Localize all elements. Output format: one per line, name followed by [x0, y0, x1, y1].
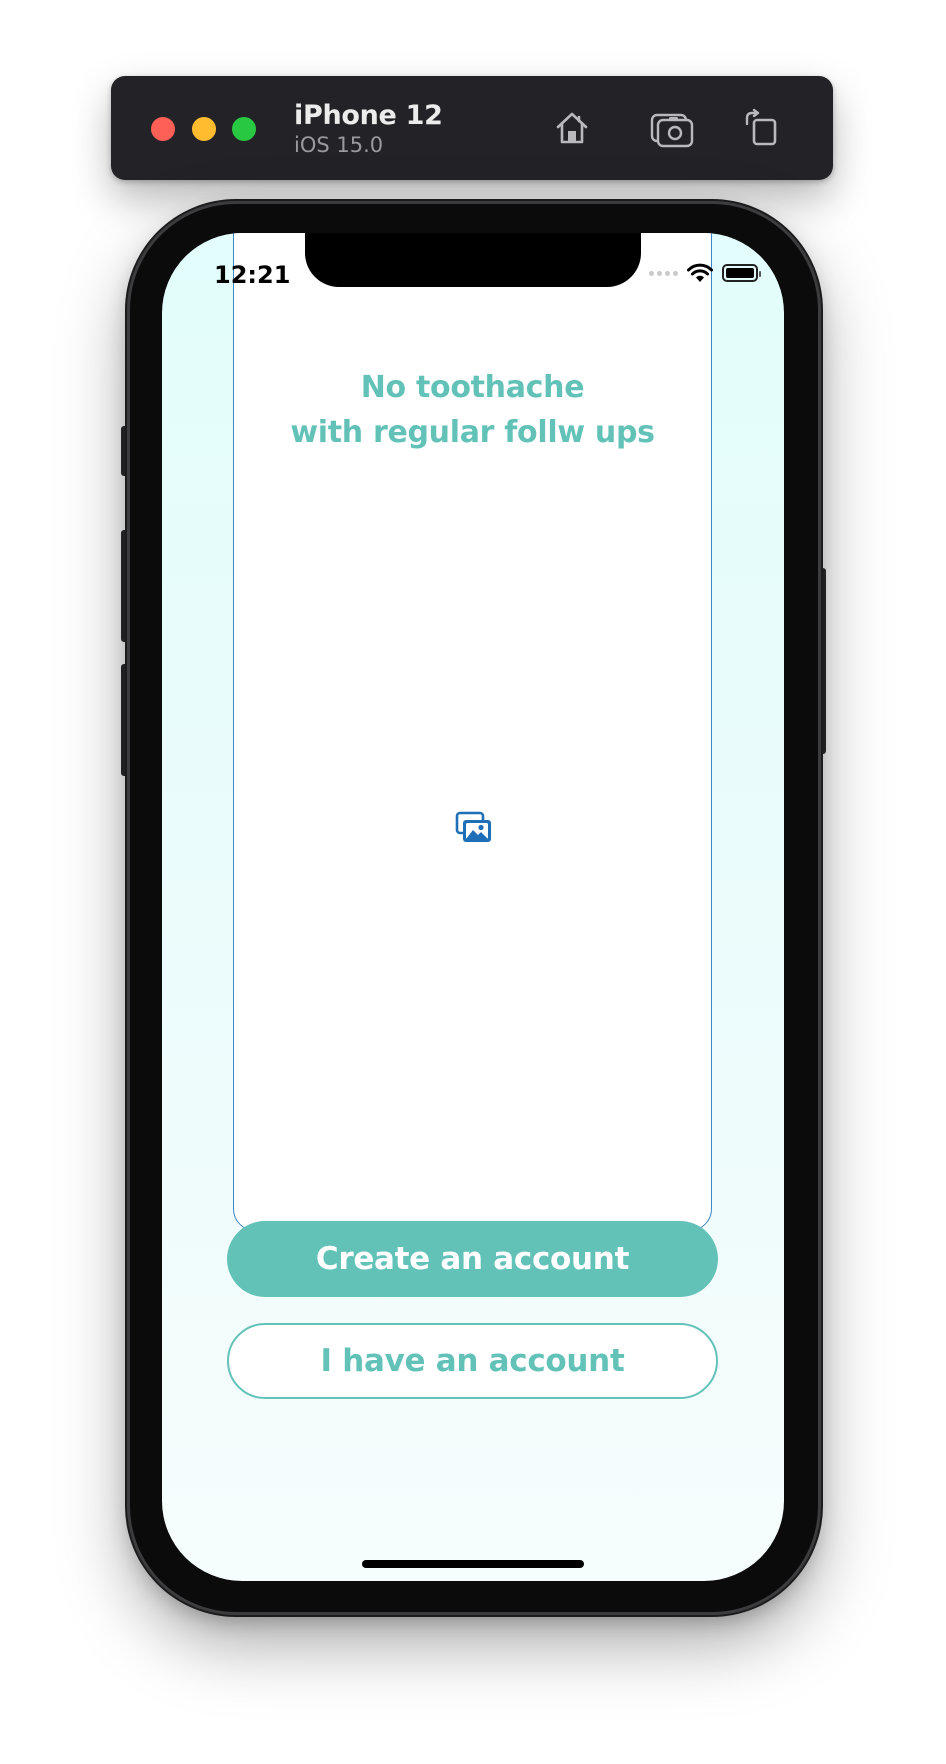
zoom-window-button[interactable]: [232, 117, 256, 141]
onboarding-card: No toothache with regular follw ups: [233, 233, 712, 1231]
create-account-button[interactable]: Create an account: [227, 1221, 718, 1297]
wifi-icon: [687, 263, 713, 282]
power-button: [818, 568, 826, 754]
screenshot-button[interactable]: [648, 104, 696, 152]
mute-switch: [121, 426, 129, 476]
rotate-button[interactable]: [737, 104, 785, 152]
onboarding-headline-line1: No toothache: [360, 370, 585, 405]
device-os-version: iOS 15.0: [294, 133, 384, 157]
battery-icon: [722, 264, 761, 282]
have-account-button[interactable]: I have an account: [227, 1323, 718, 1399]
volume-down-button: [121, 664, 129, 776]
simulator-window: iPhone 12 iOS 15.0 No toothache with reg…: [0, 0, 946, 1764]
rotate-icon: [745, 108, 777, 146]
simulator-toolbar: iPhone 12 iOS 15.0: [111, 76, 833, 180]
onboarding-headline-line2: with regular follw ups: [290, 415, 655, 450]
screenshot-icon: [650, 113, 694, 148]
home-button[interactable]: [548, 104, 596, 152]
home-indicator[interactable]: [362, 1560, 584, 1568]
minimize-window-button[interactable]: [192, 117, 216, 141]
status-time: 12:21: [214, 261, 291, 289]
cellular-signal-icon: [649, 270, 678, 276]
home-icon: [556, 112, 588, 144]
device-notch: [305, 233, 641, 287]
iphone-screen: No toothache with regular follw ups 12:2…: [162, 233, 784, 1581]
image-placeholder-icon: [454, 810, 494, 846]
volume-up-button: [121, 530, 129, 642]
close-window-button[interactable]: [151, 117, 175, 141]
device-name: iPhone 12: [294, 100, 443, 131]
status-indicators: [649, 263, 761, 283]
